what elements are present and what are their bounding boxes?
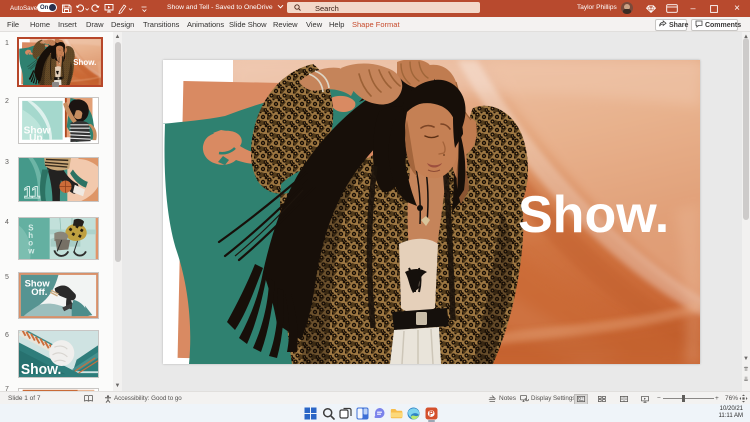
svg-text:11: 11 — [24, 184, 41, 201]
svg-text:Show.: Show. — [21, 361, 61, 377]
svg-text:w: w — [27, 246, 35, 255]
svg-text:Off.: Off. — [31, 287, 47, 298]
svg-text:Show.: Show. — [518, 186, 669, 244]
svg-text:Up.: Up. — [29, 133, 45, 143]
